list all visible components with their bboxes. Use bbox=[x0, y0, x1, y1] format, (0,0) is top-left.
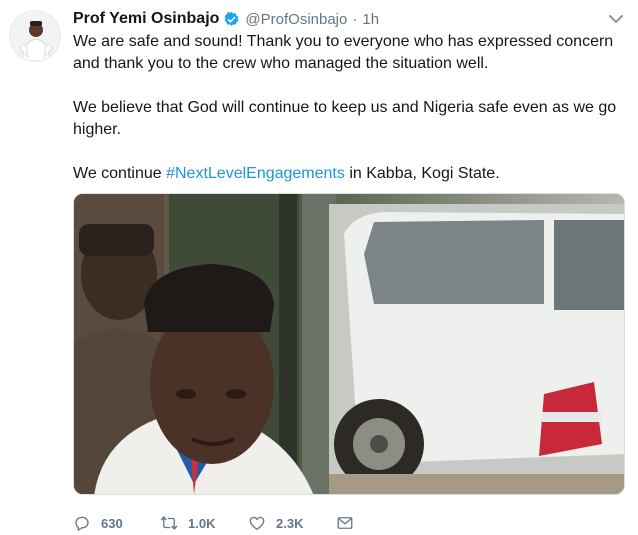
display-name[interactable]: Prof Yemi Osinbajo bbox=[73, 10, 219, 28]
tweet-paragraph-1: We are safe and sound! Thank you to ever… bbox=[73, 33, 614, 72]
like-count: 2.3K bbox=[276, 515, 304, 531]
avatar[interactable] bbox=[9, 10, 61, 62]
paragraph-3-start: We continue bbox=[73, 165, 167, 182]
reply-count: 630 bbox=[101, 515, 123, 531]
direct-message-button[interactable] bbox=[336, 514, 364, 532]
separator-dot: · bbox=[352, 10, 358, 28]
reply-icon bbox=[75, 516, 89, 531]
tweet-text: We are safe and sound! Thank you to ever… bbox=[73, 31, 621, 207]
hashtag-link[interactable]: #NextLevelEngagements bbox=[166, 165, 345, 182]
chevron-down-icon[interactable] bbox=[608, 12, 624, 24]
reply-button[interactable]: 630 bbox=[73, 514, 160, 532]
tweet: Prof Yemi Osinbajo @ProfOsinbajo · 1h We… bbox=[0, 0, 638, 535]
video-thumbnail[interactable] bbox=[73, 193, 625, 495]
like-button[interactable]: 2.3K bbox=[248, 514, 336, 532]
heart-icon bbox=[249, 516, 265, 531]
retweet-count: 1.0K bbox=[188, 515, 216, 531]
retweet-icon bbox=[160, 516, 178, 530]
verified-badge-icon bbox=[223, 11, 240, 28]
tweet-paragraph-3: We continue #NextLevelEngagements in Kab… bbox=[73, 163, 621, 185]
tweet-paragraph-2: We believe that God will continue to kee… bbox=[73, 99, 617, 138]
tweet-header: Prof Yemi Osinbajo @ProfOsinbajo · 1h bbox=[73, 8, 379, 30]
paragraph-3-end: in Kabba, Kogi State. bbox=[344, 165, 500, 182]
retweet-button[interactable]: 1.0K bbox=[160, 514, 248, 532]
tweet-actions: 630 1.0K 2.3K bbox=[73, 510, 364, 535]
timestamp[interactable]: 1h bbox=[362, 11, 379, 28]
handle[interactable]: @ProfOsinbajo bbox=[245, 11, 347, 28]
envelope-icon bbox=[337, 517, 353, 529]
